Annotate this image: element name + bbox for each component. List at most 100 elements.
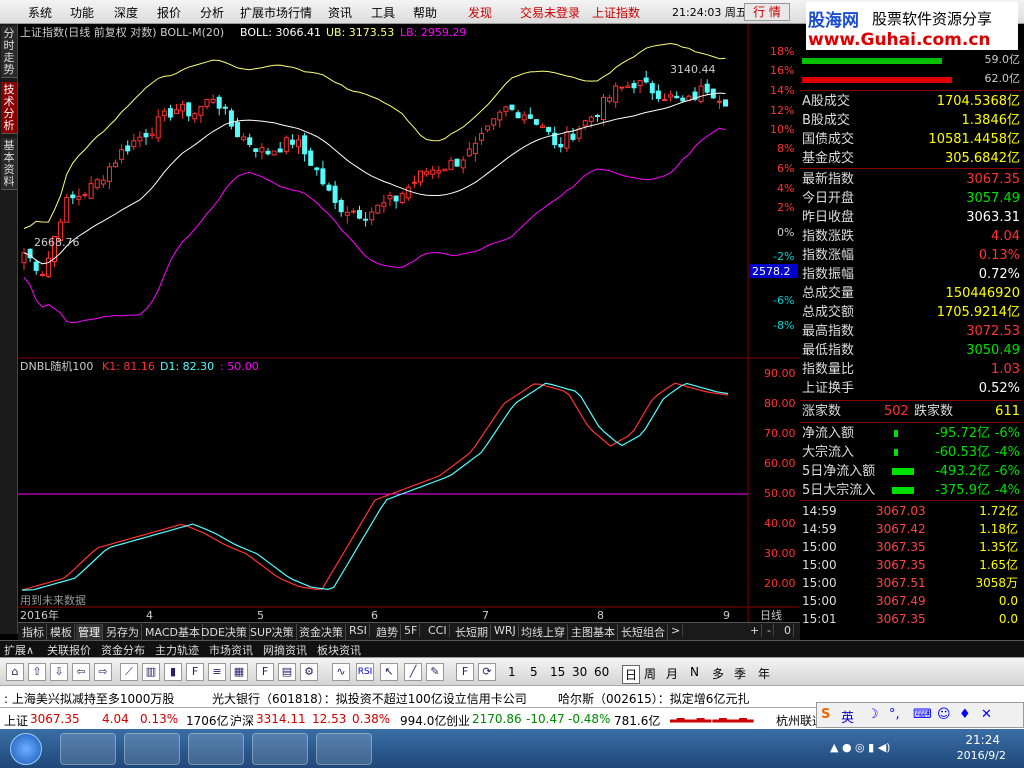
menu-quote[interactable]: 报价: [157, 4, 181, 21]
right-arrow-icon[interactable]: ⇨: [94, 663, 112, 681]
period-week[interactable]: 周: [644, 665, 656, 682]
left-arrow-icon[interactable]: ⇦: [72, 663, 90, 681]
pointer-icon[interactable]: ↖: [380, 663, 398, 681]
keyboard-icon[interactable]: ⌨: [913, 707, 932, 722]
ime-toolbar[interactable]: S 英 ☽ °, ⌨ ☺ ♦ ✕: [816, 702, 1024, 728]
rsi-icon[interactable]: RSI: [356, 663, 374, 681]
down-arrow-icon[interactable]: ⇩: [50, 663, 68, 681]
draw-line-icon[interactable]: ╱: [404, 663, 422, 681]
indicator-tab-17[interactable]: >: [669, 624, 684, 637]
extension-tab-1[interactable]: 关联报价: [47, 642, 91, 658]
grid-icon[interactable]: ▦: [230, 663, 248, 681]
wrench-icon[interactable]: ✕: [981, 707, 992, 722]
indicator-tab-15[interactable]: 主图基本: [569, 624, 618, 640]
indicator-tab-3[interactable]: 另存为: [104, 624, 142, 640]
indicator-tab-7[interactable]: 资金决策: [297, 624, 346, 640]
menu-tools[interactable]: 工具: [371, 4, 395, 21]
zoom-button-0[interactable]: +: [748, 624, 763, 637]
tick-trade-row[interactable]: 15:00 3067.35 1.35亿: [800, 538, 1022, 557]
extension-tab-2[interactable]: 资金分布: [101, 642, 145, 658]
period-n[interactable]: N: [690, 665, 699, 679]
period-quarter[interactable]: 季: [734, 665, 746, 682]
indicator-tab-8[interactable]: RSI: [347, 624, 370, 637]
zoom-button-2[interactable]: 0: [782, 624, 794, 637]
taskbar-app2-icon[interactable]: [316, 733, 372, 765]
extension-tab-6[interactable]: 板块资讯: [317, 642, 361, 658]
start-button[interactable]: [10, 733, 42, 765]
period-month[interactable]: 月: [666, 665, 678, 682]
formula-icon[interactable]: F: [456, 663, 474, 681]
menu-analysis[interactable]: 分析: [200, 4, 224, 21]
tick-trade-row[interactable]: 15:01 3067.35 0.0: [800, 610, 1022, 629]
indicator-tab-1[interactable]: 模板: [48, 624, 75, 640]
indicator-tab-11[interactable]: CCI: [426, 624, 450, 637]
period-day[interactable]: 日: [622, 665, 641, 684]
indicator-tab-0[interactable]: 指标: [20, 624, 47, 640]
news-item[interactable]: : 上海美兴拟减持至多1000万股: [4, 690, 174, 707]
indicator-tab-4[interactable]: MACD基本: [143, 624, 203, 640]
pen-icon[interactable]: ✎: [426, 663, 444, 681]
menu-extended-market[interactable]: 扩展市场行情: [240, 4, 312, 21]
news-item[interactable]: 哈尔斯（002615）：拟定增6亿元扎: [558, 690, 749, 707]
extension-tab-0[interactable]: 扩展∧: [4, 642, 34, 658]
menu-system[interactable]: 系统: [28, 4, 52, 21]
indicator-tab-5[interactable]: DDE决策: [199, 624, 250, 640]
list-icon[interactable]: ≡: [208, 663, 226, 681]
moon-icon[interactable]: ☽: [867, 707, 879, 722]
line-chart-icon[interactable]: ⟋: [120, 663, 138, 681]
indicator-tab-13[interactable]: WRJ: [492, 624, 519, 637]
tick-trade-row[interactable]: 15:00 3067.51 3058万: [800, 574, 1022, 593]
menu-function[interactable]: 功能: [70, 4, 94, 21]
taskbar-app-icon[interactable]: [60, 733, 116, 765]
indicator-tab-10[interactable]: 5F: [402, 624, 421, 637]
punctuation-icon[interactable]: °,: [889, 707, 900, 722]
tab-technical[interactable]: 技术分析: [1, 82, 17, 134]
period-60[interactable]: 60: [594, 665, 609, 679]
refresh-icon[interactable]: ⟳: [478, 663, 496, 681]
indicator-tab-2[interactable]: 管理: [76, 624, 103, 640]
user-icon[interactable]: ☺: [937, 707, 951, 722]
taskbar-stock-app-icon[interactable]: [188, 733, 244, 765]
taskbar-folder-icon[interactable]: [252, 733, 308, 765]
tick-trade-row[interactable]: 15:00 3067.35 1.65亿: [800, 556, 1022, 575]
period-year[interactable]: 年: [758, 665, 770, 682]
extension-tab-5[interactable]: 网摘资讯: [263, 642, 307, 658]
indicator-tab-9[interactable]: 趋势: [374, 624, 401, 640]
menu-news[interactable]: 资讯: [328, 4, 352, 21]
extension-tab-4[interactable]: 市场资讯: [209, 642, 253, 658]
period-1[interactable]: 1: [508, 665, 516, 679]
tick-trade-row[interactable]: 15:00 3067.49 0.0: [800, 592, 1022, 611]
tick-trade-row[interactable]: 14:59 3067.03 1.72亿: [800, 502, 1022, 521]
period-multi[interactable]: 多: [712, 665, 724, 682]
settings-icon[interactable]: ⚙: [300, 663, 318, 681]
menu-depth[interactable]: 深度: [114, 4, 138, 21]
indicator-tab-6[interactable]: SUP决策: [248, 624, 297, 640]
table-icon[interactable]: ▤: [278, 663, 296, 681]
taskbar-browser-icon[interactable]: [124, 733, 180, 765]
trade-login-link[interactable]: 交易未登录: [520, 4, 580, 21]
news-item[interactable]: 光大银行（601818）：拟投资不超过100亿设立信用卡公司: [212, 690, 527, 707]
candle-icon[interactable]: ▮: [164, 663, 182, 681]
f10-icon[interactable]: F: [186, 663, 204, 681]
index-link[interactable]: 上证指数: [592, 4, 640, 21]
tick-trade-row[interactable]: 14:59 3067.42 1.18亿: [800, 520, 1022, 539]
extension-tab-3[interactable]: 主力轨迹: [155, 642, 199, 658]
tab-fundamentals[interactable]: 基本资料: [1, 138, 17, 190]
home-icon[interactable]: ⌂: [6, 663, 24, 681]
zoom-button-1[interactable]: -: [765, 624, 774, 637]
indicator-tab-14[interactable]: 均线上穿: [519, 624, 568, 640]
fund-icon[interactable]: F: [256, 663, 274, 681]
indicator-tab-16[interactable]: 长短组合: [619, 624, 668, 640]
discover-link[interactable]: 发现: [468, 4, 492, 21]
indicator-tab-12[interactable]: 长短期: [453, 624, 491, 640]
bar-chart-icon[interactable]: ▥: [142, 663, 160, 681]
skin-icon[interactable]: ♦: [959, 707, 971, 722]
menu-help[interactable]: 帮助: [413, 4, 437, 21]
tab-intraday[interactable]: 分时走势: [1, 26, 17, 78]
period-30[interactable]: 30: [572, 665, 587, 679]
period-5[interactable]: 5: [530, 665, 538, 679]
tray-icons[interactable]: ▲ ● ◎ ▮ ◀): [830, 741, 890, 754]
up-arrow-icon[interactable]: ⇧: [28, 663, 46, 681]
period-15[interactable]: 15: [550, 665, 565, 679]
ime-mode[interactable]: 英: [841, 707, 854, 726]
